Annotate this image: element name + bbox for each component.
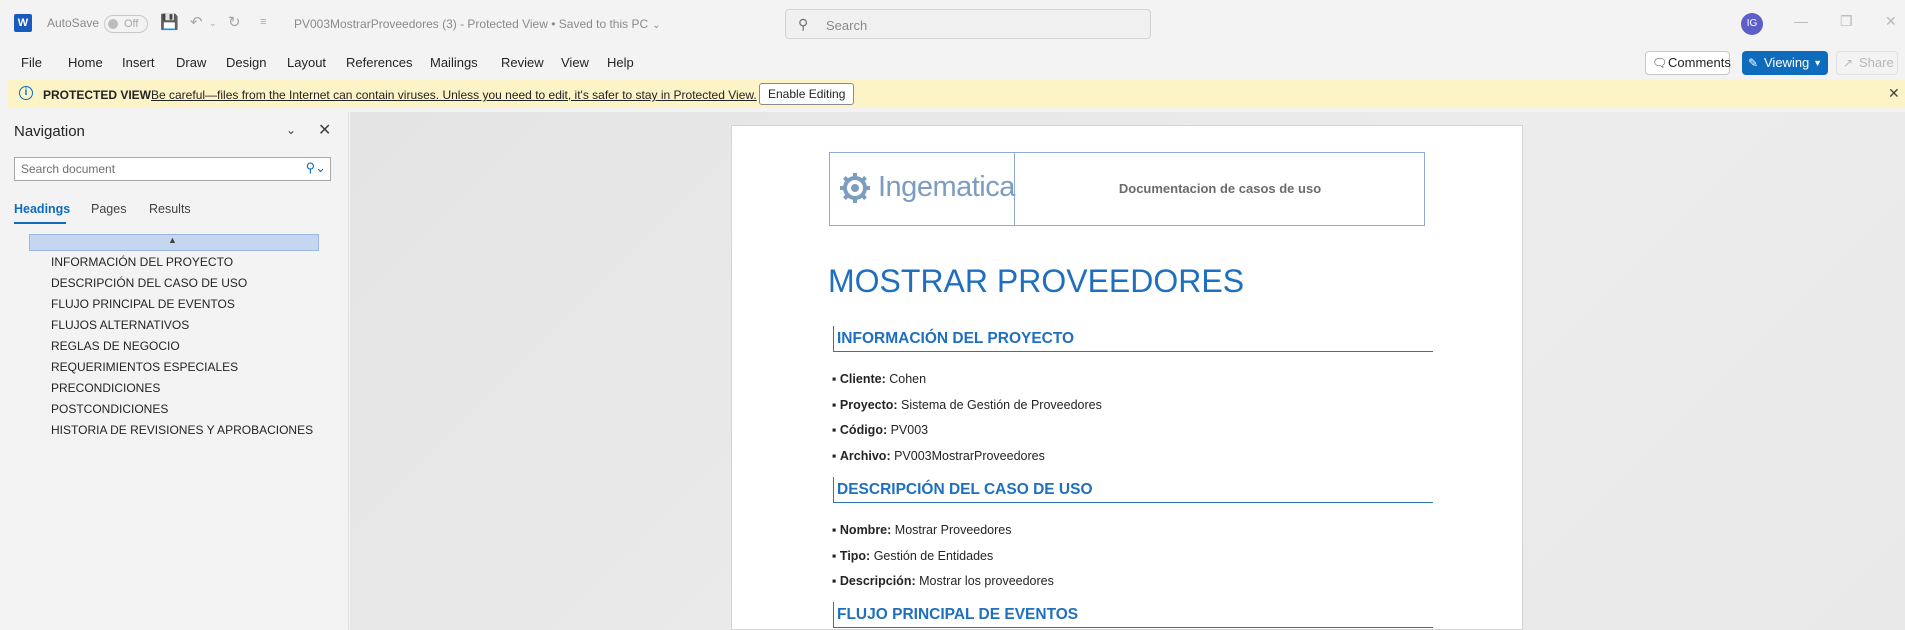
- list-item: ▪ Código: PV003: [832, 423, 929, 437]
- tab-results[interactable]: Results: [149, 202, 191, 216]
- avatar[interactable]: IG: [1741, 13, 1763, 35]
- toggle-knob: [108, 19, 118, 29]
- logo-text: Ingematica: [878, 171, 1015, 203]
- undo-dropdown-icon[interactable]: ⌄: [209, 18, 217, 29]
- nav-heading-item[interactable]: INFORMACIÓN DEL PROYECTO: [51, 255, 233, 269]
- nav-heading-item[interactable]: DESCRIPCIÓN DEL CASO DE USO: [51, 276, 247, 290]
- navigation-pane: Navigation ⌄ ✕ Search document ⚲⌄ Headin…: [0, 112, 349, 630]
- minimize-icon[interactable]: —: [1794, 13, 1808, 29]
- navigation-title: Navigation: [14, 123, 85, 140]
- menu-mailings[interactable]: Mailings: [430, 55, 478, 70]
- menu-file[interactable]: File: [21, 55, 42, 70]
- document-page[interactable]: Ingematica Documentacion de casos de uso…: [731, 125, 1523, 630]
- collapse-all-headings[interactable]: ▲: [29, 234, 319, 251]
- nav-heading-item[interactable]: REGLAS DE NEGOCIO: [51, 339, 180, 353]
- active-tab-indicator: [14, 222, 66, 224]
- word-app-icon: W: [14, 14, 32, 32]
- header-title: Documentacion de casos de uso: [1118, 181, 1322, 196]
- list-item: ▪ Tipo: Gestión de Entidades: [832, 549, 994, 563]
- nav-heading-item[interactable]: POSTCONDICIONES: [51, 402, 168, 416]
- chevron-down-icon[interactable]: ⌄: [286, 123, 296, 137]
- comments-button[interactable]: 🗨 Comments: [1645, 51, 1731, 75]
- search-document-placeholder: Search document: [21, 162, 116, 176]
- autosave-state: Off: [124, 18, 139, 30]
- search-placeholder: Search: [826, 18, 868, 33]
- menu-layout[interactable]: Layout: [287, 55, 326, 70]
- protected-view-bar: i PROTECTED VIEW Be careful—files from t…: [8, 80, 1905, 108]
- title-bar: W AutoSave Off 💾 ↶ ⌄ ↻ ≡ PV003MostrarPro…: [0, 0, 1905, 46]
- menu-home[interactable]: Home: [68, 55, 103, 70]
- customize-toolbar-icon[interactable]: ≡: [260, 16, 266, 28]
- protected-view-title: PROTECTED VIEW: [43, 88, 152, 102]
- gear-icon: [840, 173, 870, 203]
- pen-icon: ✎: [1748, 56, 1759, 70]
- list-item: ▪ Cliente: Cohen: [832, 372, 927, 386]
- nav-heading-item[interactable]: PRECONDICIONES: [51, 381, 160, 395]
- tab-pages[interactable]: Pages: [91, 202, 126, 216]
- menu-help[interactable]: Help: [607, 55, 634, 70]
- document-title[interactable]: PV003MostrarProveedores (3) - Protected …: [294, 17, 661, 31]
- comment-icon: 🗨: [1652, 56, 1668, 70]
- save-icon[interactable]: 💾: [160, 13, 179, 31]
- nav-heading-item[interactable]: FLUJO PRINCIPAL DE EVENTOS: [51, 297, 235, 311]
- document-header-table: Ingematica Documentacion de casos de uso: [829, 152, 1425, 226]
- section-heading: INFORMACIÓN DEL PROYECTO: [833, 326, 1433, 352]
- close-icon[interactable]: ✕: [318, 120, 331, 140]
- autosave-label: AutoSave: [47, 16, 100, 30]
- search-input[interactable]: ⚲ Search: [785, 9, 1151, 39]
- list-item: ▪ Nombre: Mostrar Proveedores: [832, 523, 1012, 537]
- enable-editing-button[interactable]: Enable Editing: [759, 83, 855, 105]
- viewing-mode-button[interactable]: ✎ Viewing ▼: [1742, 51, 1828, 75]
- company-logo: Ingematica: [830, 153, 1015, 225]
- chevron-down-icon: ▼: [1813, 58, 1822, 68]
- nav-heading-item[interactable]: FLUJOS ALTERNATIVOS: [51, 318, 189, 332]
- nav-heading-item[interactable]: HISTORIA DE REVISIONES Y APROBACIONES: [51, 423, 313, 437]
- share-button[interactable]: ↗ Share: [1836, 51, 1898, 75]
- menu-review[interactable]: Review: [501, 55, 544, 70]
- section-heading: FLUJO PRINCIPAL DE EVENTOS: [833, 602, 1433, 628]
- list-item: ▪ Descripción: Mostrar los proveedores: [832, 574, 1054, 588]
- share-icon: ↗: [1843, 56, 1854, 70]
- tab-headings[interactable]: Headings: [14, 202, 70, 216]
- redo-icon[interactable]: ↻: [228, 13, 241, 31]
- search-icon[interactable]: ⚲⌄: [306, 160, 326, 176]
- nav-heading-item[interactable]: REQUERIMIENTOS ESPECIALES: [51, 360, 238, 374]
- menu-design[interactable]: Design: [226, 55, 266, 70]
- menu-insert[interactable]: Insert: [122, 55, 155, 70]
- close-window-icon[interactable]: ✕: [1885, 13, 1897, 30]
- search-document-input[interactable]: Search document ⚲⌄: [14, 157, 331, 181]
- ribbon-tabs: File Home Insert Draw Design Layout Refe…: [0, 48, 1905, 78]
- menu-references[interactable]: References: [346, 55, 412, 70]
- header-title-cell: Documentacion de casos de uso: [1016, 153, 1424, 225]
- section-heading: DESCRIPCIÓN DEL CASO DE USO: [833, 477, 1433, 503]
- list-item: ▪ Archivo: PV003MostrarProveedores: [832, 449, 1045, 463]
- close-icon[interactable]: ✕: [1888, 85, 1900, 102]
- menu-view[interactable]: View: [561, 55, 589, 70]
- search-icon: ⚲: [798, 16, 809, 32]
- autosave-toggle[interactable]: Off: [104, 15, 148, 33]
- menu-draw[interactable]: Draw: [176, 55, 206, 70]
- info-icon: i: [19, 86, 33, 100]
- collapse-icon: ▲: [168, 235, 177, 245]
- undo-icon[interactable]: ↶: [190, 13, 203, 31]
- protected-view-message[interactable]: Be careful—files from the Internet can c…: [151, 88, 757, 102]
- document-title: MOSTRAR PROVEEDORES: [828, 263, 1245, 299]
- chevron-down-icon: ⌄: [652, 20, 661, 31]
- restore-icon[interactable]: ❐: [1840, 13, 1853, 30]
- list-item: ▪ Proyecto: Sistema de Gestión de Provee…: [832, 398, 1102, 412]
